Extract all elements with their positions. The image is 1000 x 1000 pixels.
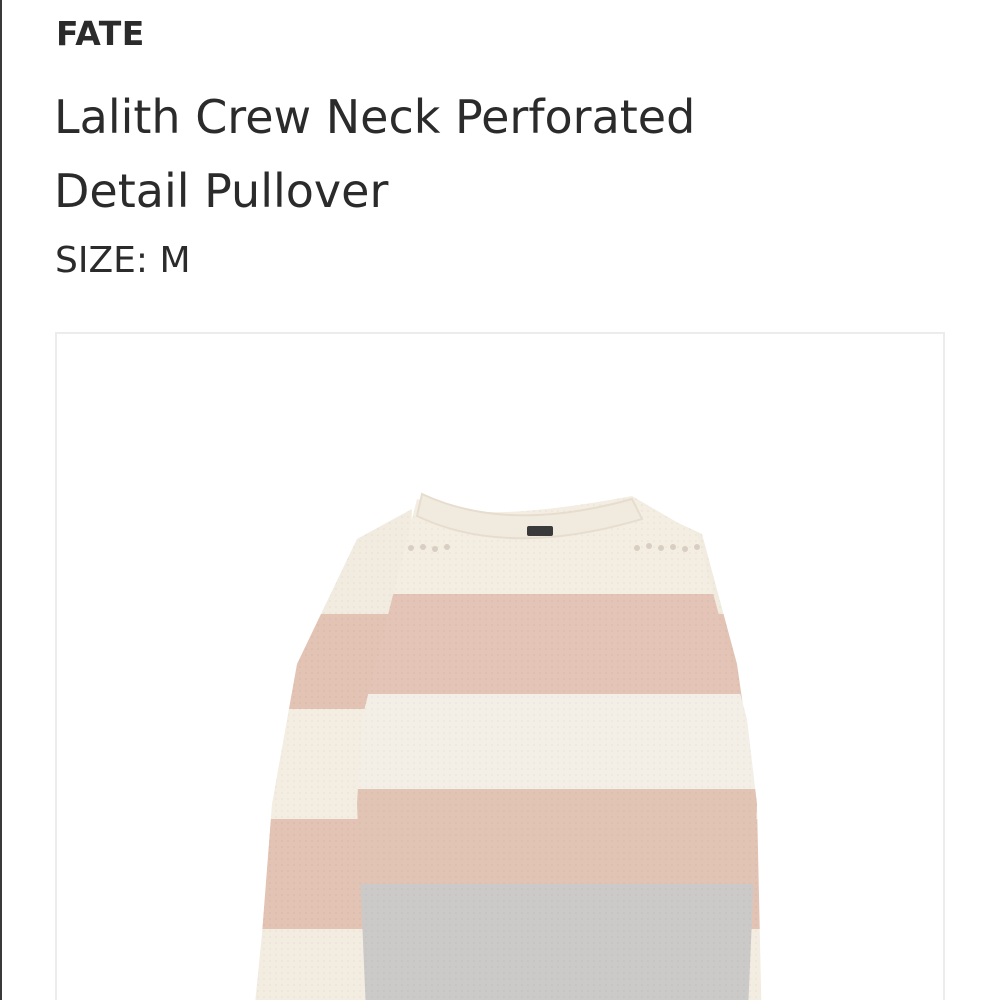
neck-label [527, 526, 553, 536]
size-label: SIZE: M [55, 240, 191, 281]
window-edge [0, 0, 2, 1000]
product-title-line-1: Lalith Crew Neck Perforated [54, 90, 696, 144]
sweater-illustration [252, 492, 762, 1000]
brand-name: FATE [56, 14, 145, 53]
product-title: Lalith Crew Neck Perforated Detail Pullo… [54, 80, 814, 228]
sweater-body [357, 496, 757, 1000]
product-title-line-2: Detail Pullover [54, 164, 389, 218]
product-image[interactable] [55, 332, 945, 1000]
